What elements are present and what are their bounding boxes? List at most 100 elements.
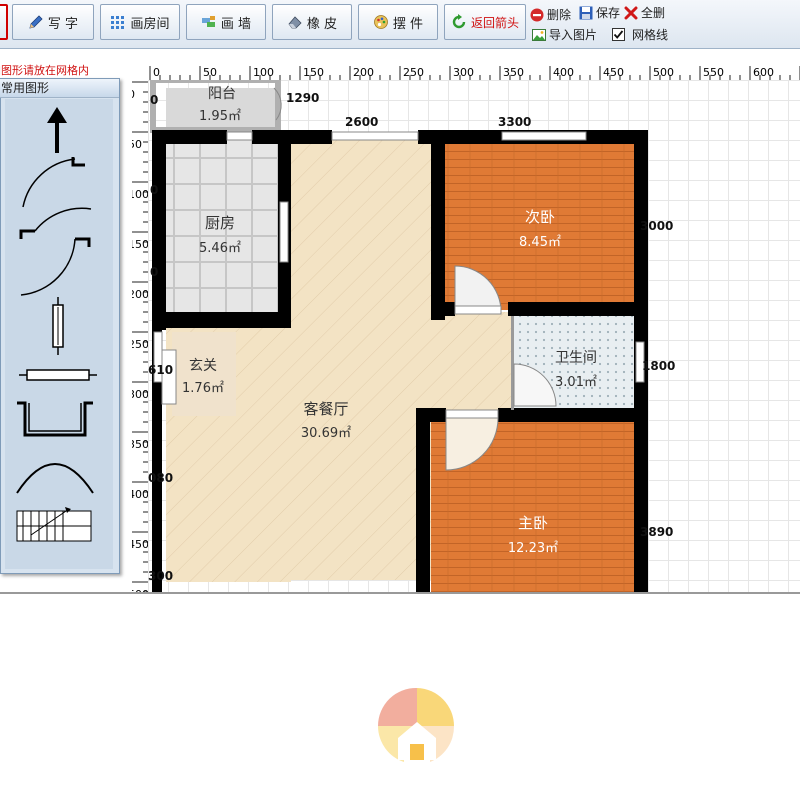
back-arrow-button[interactable]: 返回箭头 <box>444 4 526 40</box>
shapes-panel-body <box>5 99 113 569</box>
checkbox-checked-icon[interactable] <box>612 27 626 42</box>
v-ruler-label: 0 <box>132 88 135 101</box>
dim-left-0b: 0 <box>150 183 158 197</box>
save-button[interactable]: 保存 <box>579 4 620 21</box>
v-ruler-label: 350 <box>132 438 148 451</box>
single-door-shape-icon[interactable] <box>13 155 103 209</box>
eraser-label: 橡 皮 <box>306 16 338 32</box>
refresh-arrow-icon <box>451 14 467 30</box>
master-bedroom-area: 12.23㎡ <box>508 541 558 556</box>
eraser-button[interactable]: 橡 皮 <box>272 4 352 40</box>
arc-shape-icon[interactable] <box>13 453 103 495</box>
floppy-disk-icon <box>579 6 593 20</box>
v-ruler-label: 300 <box>132 388 148 401</box>
delete-button[interactable]: 删除 <box>530 6 571 23</box>
dim-left-080: 080 <box>148 471 173 485</box>
living-floor-right <box>431 312 511 412</box>
living-dining-name: 客餐厅 <box>303 400 348 418</box>
staircase-shape-icon[interactable] <box>13 505 103 551</box>
dim-left-0a: 0 <box>150 93 158 107</box>
dim-right-1800: 1800 <box>642 359 675 373</box>
vertical-ruler: 050100150200250300350400450500 <box>132 80 149 592</box>
dim-top-2600: 2600 <box>345 115 378 129</box>
hidden-tool-button[interactable] <box>0 4 8 40</box>
v-ruler-label: 150 <box>132 238 148 251</box>
h-ruler-label: 350 <box>503 66 524 79</box>
h-ruler-label: 0 <box>153 66 160 79</box>
balcony-area: 1.95㎡ <box>199 109 241 124</box>
pencil-icon <box>28 14 44 30</box>
red-x-icon <box>624 6 638 20</box>
bathroom-name: 卫生间 <box>555 350 597 366</box>
grid-lines-label: 网格线 <box>632 28 669 42</box>
import-image-label: 导入图片 <box>549 28 598 42</box>
back-arrow-label: 返回箭头 <box>470 15 519 30</box>
picture-icon <box>532 28 546 42</box>
write-text-button[interactable]: 写 字 <box>12 4 94 40</box>
living-dining-area: 30.69㎡ <box>301 426 351 441</box>
dim-left-610: 610 <box>148 363 173 377</box>
h-ruler-label: 600 <box>753 66 774 79</box>
dim-left-300: 300 <box>148 569 173 583</box>
draw-wall-label: 画 墙 <box>220 16 252 32</box>
entrance-area: 1.76㎡ <box>182 381 224 396</box>
write-text-label: 写 字 <box>47 16 79 32</box>
second-bedroom-area: 8.45㎡ <box>519 235 561 250</box>
entrance-name: 玄关 <box>189 357 217 374</box>
house-logo-icon <box>378 687 455 762</box>
dim-left-0c: 0 <box>150 265 158 279</box>
entrance-floor <box>172 332 236 416</box>
brick-wall-icon <box>201 14 217 30</box>
canvas-bottom-edge <box>0 592 800 594</box>
v-ruler-label: 250 <box>132 338 148 351</box>
v-ruler-label: 200 <box>132 288 148 301</box>
h-ruler-label: 50 <box>203 66 217 79</box>
arrow-shape-icon[interactable] <box>13 105 103 155</box>
draw-room-label: 画房间 <box>130 16 170 32</box>
h-ruler-label: 400 <box>553 66 574 79</box>
drawing-canvas[interactable]: 1290 2600 3300 3000 1800 3890 0 0 0 610 … <box>148 80 800 592</box>
h-ruler-label: 300 <box>453 66 474 79</box>
window-vertical-shape-icon[interactable] <box>13 295 103 357</box>
save-label: 保存 <box>596 6 621 20</box>
clear-all-label: 全删 <box>641 6 666 20</box>
h-ruler-label: 550 <box>703 66 724 79</box>
draw-wall-button[interactable]: 画 墙 <box>186 4 266 40</box>
draw-room-button[interactable]: 画房间 <box>100 4 180 40</box>
bay-window-shape-icon[interactable] <box>13 399 103 445</box>
bathroom-area: 3.01㎡ <box>555 375 597 390</box>
kitchen-name: 厨房 <box>205 214 235 232</box>
shapes-panel[interactable]: 常用图形 <box>0 78 120 574</box>
h-ruler-label: 100 <box>253 66 274 79</box>
dim-right-3000: 3000 <box>640 219 673 233</box>
h-ruler-label: 150 <box>303 66 324 79</box>
horizontal-ruler: 0 50 100 150 200 250 300 350 400 450 500 550 600 <box>148 66 800 81</box>
window-horizontal-shape-icon[interactable] <box>13 365 103 385</box>
dim-right-3890: 3890 <box>640 525 673 539</box>
h-ruler-label: 200 <box>353 66 374 79</box>
v-ruler-label: 450 <box>132 538 148 551</box>
delete-label: 删除 <box>547 8 572 22</box>
place-item-label: 摆 件 <box>392 16 424 32</box>
balcony-name: 阳台 <box>208 86 236 102</box>
hint-text: 加图形请放在网格内 <box>0 64 89 77</box>
floor-plan[interactable]: 1290 2600 3300 3000 1800 3890 0 0 0 610 … <box>148 80 800 592</box>
v-ruler-label: 50 <box>132 138 142 151</box>
palette-icon <box>373 14 389 30</box>
grid-lines-toggle[interactable]: 网格线 <box>612 26 668 43</box>
clear-all-button[interactable]: 全删 <box>624 4 665 21</box>
dim-top-3300: 3300 <box>498 115 531 129</box>
living-floor-upper <box>291 140 431 580</box>
h-ruler-label: 250 <box>403 66 424 79</box>
toolbar: 写 字 画房间 画 墙 橡 皮 摆 件 返回箭头 删除 保存 全删 导入图片 网… <box>0 0 800 49</box>
grid-room-icon <box>110 14 126 30</box>
dim-top-1290: 1290 <box>286 91 319 105</box>
place-item-button[interactable]: 摆 件 <box>358 4 438 40</box>
h-ruler-label: 500 <box>653 66 674 79</box>
v-ruler-label: 400 <box>132 488 148 501</box>
double-door-shape-icon[interactable] <box>13 207 103 297</box>
eraser-icon <box>287 14 303 30</box>
import-image-button[interactable]: 导入图片 <box>532 26 597 43</box>
delete-circle-icon <box>530 8 544 22</box>
master-bedroom-name: 主卧 <box>518 514 548 532</box>
